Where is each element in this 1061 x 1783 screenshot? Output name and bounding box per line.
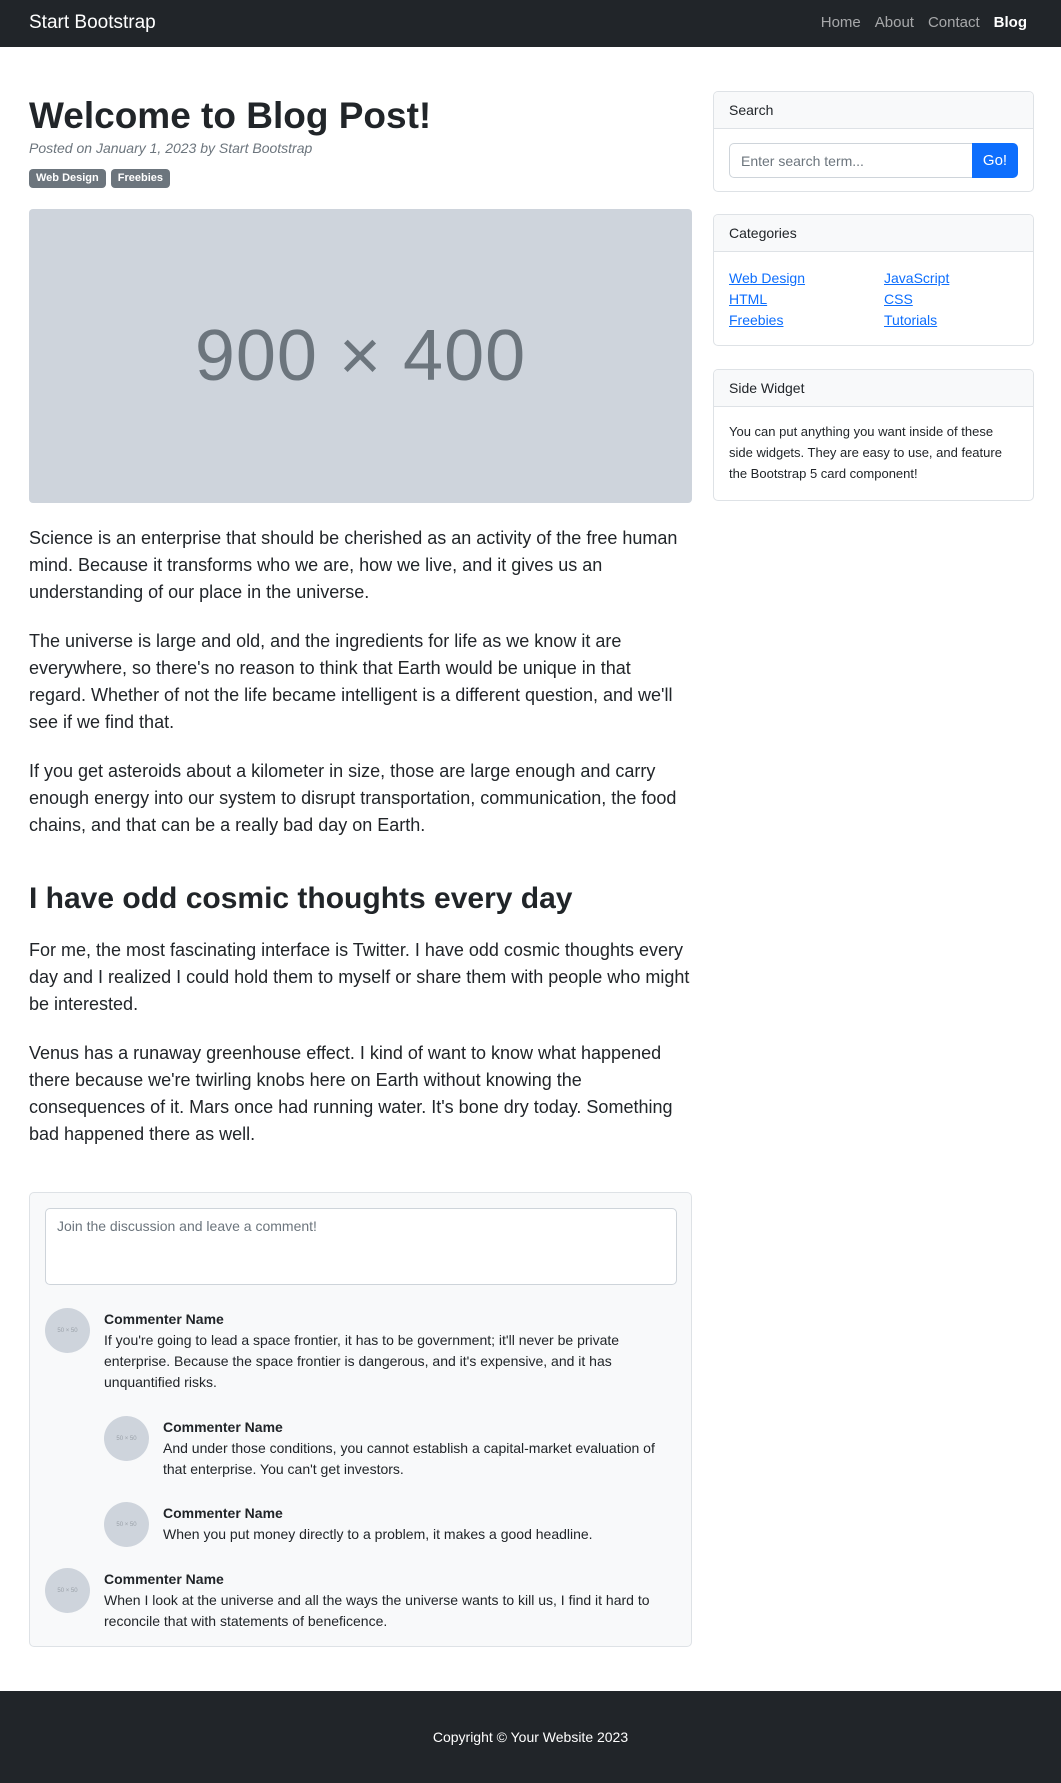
comment-input[interactable] [45, 1208, 677, 1285]
nav-link-about[interactable]: About [875, 14, 914, 31]
post-content: Science is an enterprise that should be … [29, 525, 692, 1170]
avatar-placeholder-text: 50 × 50 [116, 1435, 137, 1442]
badge-freebies[interactable]: Freebies [110, 169, 171, 188]
post-title: Welcome to Blog Post! [29, 95, 432, 136]
hero-placeholder-text: 900 × 400 [194, 316, 527, 396]
comment-body: Commenter Name When I look at the univer… [104, 1570, 670, 1632]
avatar: 50 × 50 [45, 1308, 90, 1353]
post-meta: Posted on January 1, 2023 by Start Boots… [29, 140, 313, 156]
avatar: 50 × 50 [104, 1416, 149, 1461]
search-card-header: Search [714, 92, 1033, 129]
avatar: 50 × 50 [104, 1502, 149, 1547]
side-widget-body: You can put anything you want inside of … [714, 407, 1033, 498]
commenter-name: Commenter Name [104, 1571, 224, 1587]
comment-body: Commenter Name When you put money direct… [163, 1504, 670, 1545]
search-card-body: Go! [714, 129, 1033, 191]
search-group: Go! [729, 143, 1018, 178]
side-widget-text: You can put anything you want inside of … [729, 424, 1002, 481]
comment-text: When you put money directly to a problem… [163, 1526, 593, 1542]
avatar-placeholder-text: 50 × 50 [116, 1521, 137, 1528]
avatar: 50 × 50 [45, 1568, 90, 1613]
categories-card-header: Categories [714, 215, 1033, 252]
footer-copyright: Copyright © Your Website 2023 [432, 1729, 629, 1745]
comment-text: When I look at the universe and all the … [104, 1592, 650, 1629]
post-badges: Web Design Freebies [29, 169, 171, 188]
post-paragraph: Science is an enterprise that should be … [29, 528, 678, 602]
post-paragraph: For me, the most fascinating interface i… [29, 940, 690, 1014]
hero-image: 900 × 400 [29, 209, 692, 503]
comment-text: If you're going to lead a space frontier… [104, 1332, 620, 1390]
search-card: Search Go! [713, 91, 1034, 192]
commenter-name: Commenter Name [163, 1419, 283, 1435]
commenter-name: Commenter Name [163, 1505, 283, 1521]
commenter-name: Commenter Name [104, 1311, 224, 1327]
badge-web-design[interactable]: Web Design [29, 169, 106, 188]
side-widget-card: Side Widget You can put anything you wan… [713, 369, 1034, 501]
search-input[interactable] [729, 143, 972, 178]
post-paragraph: Venus has a runaway greenhouse effect. I… [29, 1043, 673, 1144]
navbar-brand[interactable]: Start Bootstrap [29, 12, 156, 34]
category-link-web-design[interactable]: Web Design [729, 269, 884, 288]
nav-link-home[interactable]: Home [821, 14, 861, 31]
nav-links: Home About Contact Blog [807, 14, 1027, 31]
footer: Copyright © Your Website 2023 [0, 1691, 1061, 1783]
category-link-freebies[interactable]: Freebies [729, 311, 884, 330]
comment-body: Commenter Name And under those condition… [163, 1418, 670, 1480]
section-heading: I have odd cosmic thoughts every day [29, 882, 573, 915]
nav-link-contact[interactable]: Contact [928, 14, 980, 31]
avatar-placeholder-text: 50 × 50 [57, 1587, 78, 1594]
comment-body: Commenter Name If you're going to lead a… [104, 1310, 670, 1393]
categories-card: Categories Web Design JavaScript HTML CS… [713, 214, 1034, 346]
categories-card-body: Web Design JavaScript HTML CSS Freebies … [714, 252, 1033, 344]
navbar: Start Bootstrap Home About Contact Blog [0, 0, 1061, 47]
search-go-button[interactable]: Go! [972, 143, 1018, 178]
side-widget-header: Side Widget [714, 370, 1033, 407]
category-link-tutorials[interactable]: Tutorials [884, 311, 1024, 330]
category-link-html[interactable]: HTML [729, 290, 884, 309]
post-paragraph: If you get asteroids about a kilometer i… [29, 761, 677, 835]
category-link-javascript[interactable]: JavaScript [884, 269, 1024, 288]
nav-link-blog[interactable]: Blog [994, 14, 1027, 31]
category-link-css[interactable]: CSS [884, 290, 1024, 309]
comment-text: And under those conditions, you cannot e… [163, 1440, 655, 1477]
comments-section: 50 × 50 Commenter Name If you're going t… [29, 1192, 692, 1647]
post-paragraph: The universe is large and old, and the i… [29, 631, 673, 732]
avatar-placeholder-text: 50 × 50 [57, 1327, 78, 1334]
category-list: Web Design JavaScript HTML CSS Freebies … [729, 266, 1018, 330]
